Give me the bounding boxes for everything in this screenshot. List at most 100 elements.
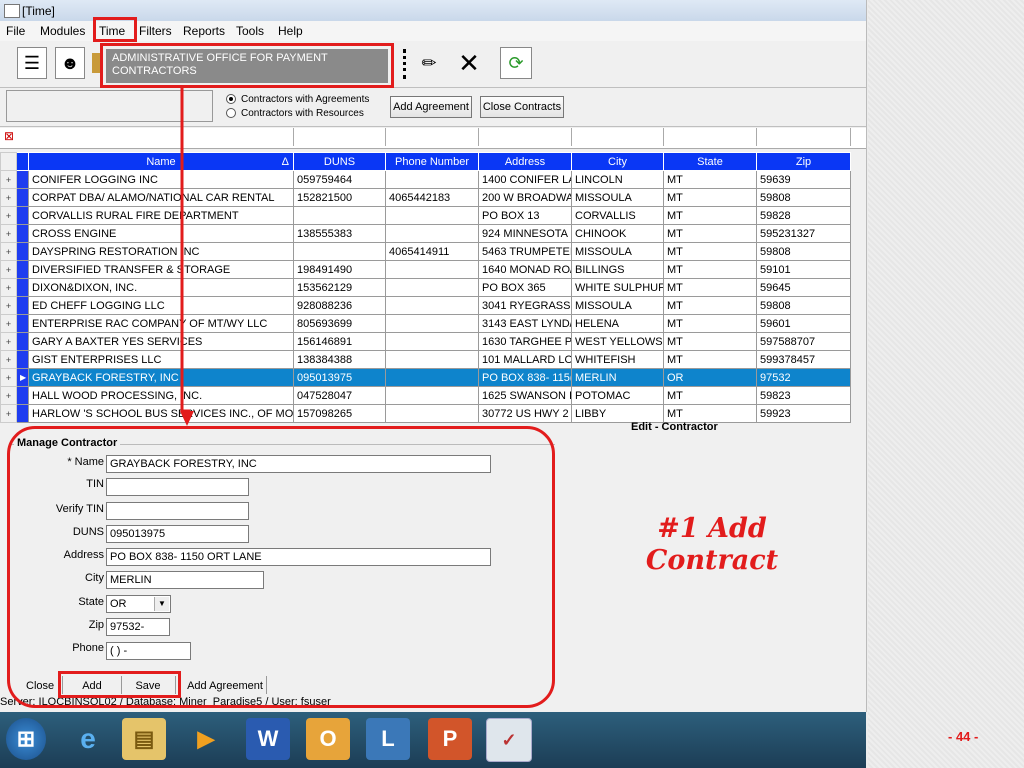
annotation-box-time-menu (93, 17, 137, 42)
filter-cell-city[interactable] (571, 128, 664, 146)
expand-icon[interactable]: + (0, 278, 17, 297)
expand-icon[interactable]: + (0, 242, 17, 261)
header-duns[interactable]: DUNS (293, 152, 386, 171)
expand-icon[interactable]: + (0, 332, 17, 351)
expand-icon[interactable]: + (0, 188, 17, 207)
cell-duns (293, 242, 386, 261)
pencil-icon[interactable]: ✏ (414, 47, 444, 79)
row-indicator (16, 386, 29, 405)
radio-agreements[interactable]: Contractors with Agreements (226, 94, 369, 105)
expand-icon[interactable]: + (0, 206, 17, 225)
row-indicator (16, 314, 29, 333)
close-contracts-button[interactable]: Close Contracts (480, 96, 564, 118)
cell-name: HALL WOOD PROCESSING, INC. (28, 386, 294, 405)
expand-icon[interactable]: + (0, 224, 17, 243)
table-row[interactable]: + CONIFER LOGGING INC 059759464 1400 CONIFE… (0, 170, 851, 189)
expand-icon[interactable]: + (0, 296, 17, 315)
cell-duns: 138384388 (293, 350, 386, 369)
lync-icon[interactable]: L (366, 718, 410, 760)
expand-icon[interactable]: + (0, 404, 17, 423)
table-row[interactable]: + ED CHEFF LOGGING LLC 928088236 3041 RYEGR… (0, 296, 851, 315)
cell-address: 200 W BROADWA (478, 188, 572, 207)
delete-icon[interactable]: ✕ (454, 47, 484, 79)
time-app-icon[interactable]: ✓ (486, 718, 532, 762)
header-city[interactable]: City (571, 152, 664, 171)
table-row[interactable]: + DAYSPRING RESTORATION INC 4065414911 5463… (0, 242, 851, 261)
table-row[interactable]: + HALL WOOD PROCESSING, INC. 047528047 1625… (0, 386, 851, 405)
start-icon[interactable]: ⊞ (6, 718, 46, 760)
taskbar: ⊞ e ▤ ▶ W O L P ✓ (0, 712, 866, 768)
table-row[interactable]: + ▶ GRAYBACK FORESTRY, INC 095013975 PO BOX … (0, 368, 851, 387)
cell-state: MT (663, 314, 757, 333)
cell-duns: 047528047 (293, 386, 386, 405)
expand-icon[interactable]: + (0, 368, 17, 387)
cell-city: BILLINGS (571, 260, 664, 279)
cell-address: PO BOX 365 (478, 278, 572, 297)
menu-filters[interactable]: Filters (139, 24, 172, 38)
row-indicator (16, 260, 29, 279)
expand-icon[interactable]: + (0, 314, 17, 333)
outlook-icon[interactable]: O (306, 718, 350, 760)
expand-icon[interactable]: + (0, 386, 17, 405)
cell-name: GRAYBACK FORESTRY, INC (28, 368, 294, 387)
cell-city: LINCOLN (571, 170, 664, 189)
list-icon[interactable]: ☰ (17, 47, 47, 79)
table-row[interactable]: + CROSS ENGINE 138555383 924 MINNESOTA CHINO… (0, 224, 851, 243)
menu-help[interactable]: Help (278, 24, 303, 38)
cell-name: CORVALLIS RURAL FIRE DEPARTMENT (28, 206, 294, 225)
table-row[interactable]: + CORPAT DBA/ ALAMO/NATIONAL CAR RENTAL 15… (0, 188, 851, 207)
cell-zip: 59101 (756, 260, 851, 279)
filter-cell-state[interactable] (663, 128, 757, 146)
word-icon[interactable]: W (246, 718, 290, 760)
add-agreement-button[interactable]: Add Agreement (390, 96, 472, 118)
table-row[interactable]: + GARY A BAXTER YES SERVICES 156146891 1630… (0, 332, 851, 351)
filter-cell-name[interactable] (28, 128, 294, 146)
annotation-line-1: #1 Add (657, 513, 767, 544)
header-zip[interactable]: Zip (756, 152, 851, 171)
table-row[interactable]: + GIST ENTERPRISES LLC 138384388 101 MALLAR… (0, 350, 851, 369)
cell-state: MT (663, 242, 757, 261)
cell-name: DAYSPRING RESTORATION INC (28, 242, 294, 261)
cell-city: LIBBY (571, 404, 664, 423)
grid-body: + CONIFER LOGGING INC 059759464 1400 CONIFE… (0, 170, 851, 423)
header-indicator (16, 152, 29, 171)
cell-phone (385, 314, 479, 333)
cell-zip: 97532 (756, 368, 851, 387)
row-indicator: ▶ (16, 368, 29, 387)
header-name[interactable]: Name Δ (28, 152, 294, 171)
powerpoint-icon[interactable]: P (428, 718, 472, 760)
table-row[interactable]: + DIXON&DIXON, INC. 153562129 PO BOX 365 WHI… (0, 278, 851, 297)
table-row[interactable]: + DIVERSIFIED TRANSFER & STORAGE 198491490… (0, 260, 851, 279)
media-icon[interactable]: ▶ (184, 718, 228, 760)
cell-address: 1400 CONIFER LA (478, 170, 572, 189)
header-state[interactable]: State (663, 152, 757, 171)
radio-resources-label: Contractors with Resources (241, 108, 364, 119)
cell-name: HARLOW 'S SCHOOL BUS SERVICES INC., OF M… (28, 404, 294, 423)
table-row[interactable]: + CORVALLIS RURAL FIRE DEPARTMENT PO BOX 1… (0, 206, 851, 225)
menu-file[interactable]: File (6, 24, 25, 38)
filter-cell-duns[interactable] (293, 128, 386, 146)
browser-icon[interactable]: e (66, 718, 110, 760)
cell-phone (385, 296, 479, 315)
filter-icon[interactable]: ⊠ (4, 129, 20, 145)
filter-cell-address[interactable] (478, 128, 572, 146)
row-indicator (16, 242, 29, 261)
header-phone[interactable]: Phone Number (385, 152, 479, 171)
filter-cell-zip[interactable] (756, 128, 851, 146)
header-address[interactable]: Address (478, 152, 572, 171)
radio-resources[interactable]: Contractors with Resources (226, 108, 364, 119)
expand-icon[interactable]: + (0, 170, 17, 189)
table-row[interactable]: + HARLOW 'S SCHOOL BUS SERVICES INC., OF … (0, 404, 851, 423)
folder-icon[interactable]: ▤ (122, 718, 166, 760)
menu-modules[interactable]: Modules (40, 24, 85, 38)
cell-address: 30772 US HWY 2 (478, 404, 572, 423)
filter-cell-phone[interactable] (385, 128, 479, 146)
menu-reports[interactable]: Reports (183, 24, 225, 38)
expand-icon[interactable]: + (0, 260, 17, 279)
contractor-icon[interactable]: ☻ (55, 47, 85, 79)
expand-icon[interactable]: + (0, 350, 17, 369)
cell-state: MT (663, 188, 757, 207)
table-row[interactable]: + ENTERPRISE RAC COMPANY OF MT/WY LLC 8056… (0, 314, 851, 333)
refresh-icon[interactable]: ⟳ (500, 47, 532, 79)
menu-tools[interactable]: Tools (236, 24, 264, 38)
